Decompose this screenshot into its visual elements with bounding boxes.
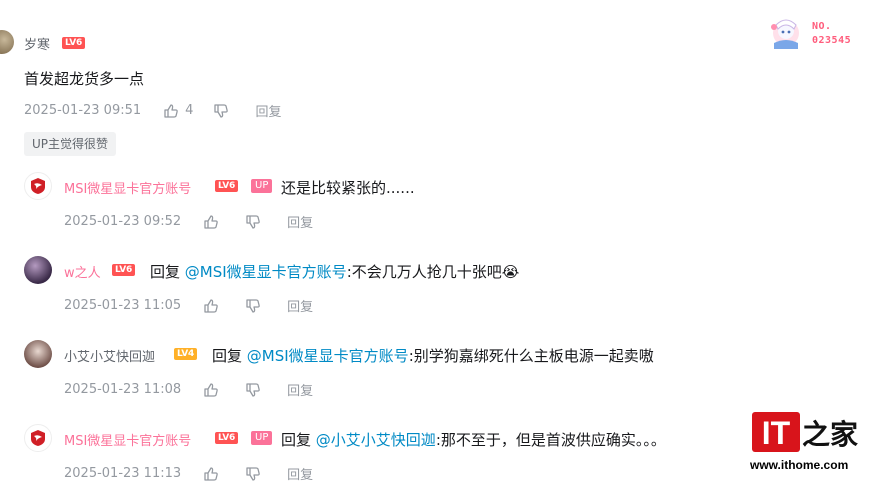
level-badge: LV6 — [112, 264, 136, 276]
level-badge: LV4 — [174, 348, 198, 360]
reply-text: 回复 @MSI微星显卡官方账号:不会几万人抢几十张吧😭 — [150, 263, 520, 281]
reply-meta: 2025-01-23 11:13 回复 — [64, 464, 313, 483]
username[interactable]: 小艾小艾快回迦 — [64, 346, 155, 365]
dislike-icon[interactable] — [213, 103, 229, 119]
reply-button[interactable]: 回复 — [287, 212, 313, 231]
reply-button[interactable]: 回复 — [287, 380, 313, 399]
dislike-icon[interactable] — [245, 466, 261, 482]
watermark-url: www.ithome.com — [750, 458, 849, 472]
mention-link[interactable]: @MSI微星显卡官方账号 — [185, 263, 347, 281]
username[interactable]: w之人 — [64, 262, 101, 281]
dislike-icon[interactable] — [245, 298, 261, 314]
fan-badge-number: NO. 023545 — [812, 21, 852, 46]
like-icon[interactable] — [203, 214, 219, 230]
mention-link[interactable]: @MSI微星显卡官方账号 — [247, 347, 409, 365]
like-icon[interactable] — [163, 103, 179, 119]
up-liked-badge: UP主觉得很赞 — [24, 132, 117, 156]
like-icon[interactable] — [203, 298, 219, 314]
reply-meta: 2025-01-23 09:52 回复 — [64, 212, 313, 231]
username[interactable]: MSI微星显卡官方账号 — [64, 430, 191, 449]
avatar[interactable] — [24, 424, 52, 452]
like-icon[interactable] — [203, 466, 219, 482]
comment-meta: 2025-01-23 09:51 4 回复 — [24, 101, 281, 120]
reply-meta: 2025-01-23 11:08 回复 — [64, 380, 313, 399]
mention-link[interactable]: @小艾小艾快回迦 — [316, 431, 436, 449]
like-icon[interactable] — [203, 382, 219, 398]
up-tag: UP — [251, 179, 273, 193]
level-badge: LV6 — [215, 432, 239, 444]
svg-text:之家: 之家 — [802, 418, 858, 451]
avatar[interactable] — [24, 340, 52, 368]
msi-logo-icon — [31, 178, 45, 194]
up-tag: UP — [251, 431, 273, 445]
reply-time: 2025-01-23 11:05 — [64, 298, 182, 313]
level-badge: LV6 — [62, 37, 86, 49]
dislike-icon[interactable] — [245, 382, 261, 398]
reply-button[interactable]: 回复 — [255, 101, 281, 120]
reply-button[interactable]: 回复 — [287, 296, 313, 315]
ithome-logo: IT 之家 — [752, 412, 858, 452]
reply-button[interactable]: 回复 — [287, 464, 313, 483]
msi-logo-icon — [31, 430, 45, 446]
reply-time: 2025-01-23 11:08 — [64, 382, 182, 397]
dislike-icon[interactable] — [245, 214, 261, 230]
like-count: 4 — [185, 103, 194, 118]
reply-text: 回复 @MSI微星显卡官方账号:别学狗嘉绑死什么主板电源一起卖嗷 — [212, 347, 654, 365]
username[interactable]: MSI微星显卡官方账号 — [64, 178, 191, 197]
reply-time: 2025-01-23 09:52 — [64, 214, 182, 229]
comment-text: 首发超龙货多一点 — [24, 70, 145, 88]
reply-time: 2025-01-23 11:13 — [64, 466, 182, 481]
avatar[interactable] — [24, 172, 52, 200]
reply-text: 回复 @小艾小艾快回迦:那不至于，但是首波供应确实。。。 — [281, 431, 666, 449]
reply-meta: 2025-01-23 11:05 回复 — [64, 296, 313, 315]
level-badge: LV6 — [215, 180, 239, 192]
comment-time: 2025-01-23 09:51 — [24, 103, 142, 118]
username[interactable]: 岁寒 — [24, 34, 50, 53]
avatar[interactable] — [24, 256, 52, 284]
reply-text: 还是比较紧张的...... — [281, 179, 415, 197]
avatar[interactable] — [0, 30, 14, 54]
svg-text:IT: IT — [762, 415, 791, 451]
